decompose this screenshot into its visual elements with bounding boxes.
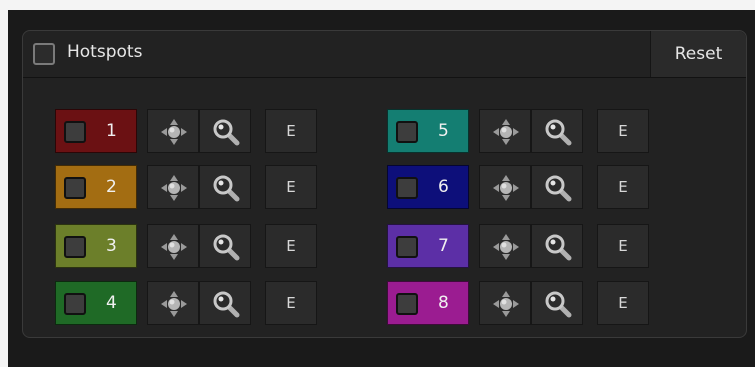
hotspots-enable-checkbox[interactable] xyxy=(33,43,55,65)
hotspot-row-2: 2E xyxy=(55,165,320,209)
hotspot-row-6: 6E xyxy=(387,165,652,209)
hotspot-3-zoom-button[interactable] xyxy=(199,224,251,268)
hotspot-6-toggle[interactable]: 6 xyxy=(387,165,469,209)
hotspot-2-zoom-button[interactable] xyxy=(199,165,251,209)
hotspot-2-toggle[interactable]: 2 xyxy=(55,165,137,209)
hotspot-5-edit-button[interactable]: E xyxy=(597,109,649,153)
hotspot-number: 1 xyxy=(106,121,117,141)
hotspot-1-toggle[interactable]: 1 xyxy=(55,109,137,153)
hotspot-row-7: 7E xyxy=(387,224,652,268)
hotspot-5-toggle[interactable]: 5 xyxy=(387,109,469,153)
hotspot-4-edit-button[interactable]: E xyxy=(265,281,317,325)
hotspot-number: 8 xyxy=(438,293,449,313)
hotspot-number: 6 xyxy=(438,177,449,197)
hotspot-number: 2 xyxy=(106,177,117,197)
hotspot-row-8: 8E xyxy=(387,281,652,325)
hotspot-6-checkbox[interactable] xyxy=(396,177,418,199)
hotspot-4-move-button[interactable] xyxy=(147,281,199,325)
panel-title: Hotspots xyxy=(67,42,143,62)
hotspot-7-edit-button[interactable]: E xyxy=(597,224,649,268)
hotspot-row-1: 1E xyxy=(55,109,320,153)
hotspot-2-move-button[interactable] xyxy=(147,165,199,209)
hotspot-3-toggle[interactable]: 3 xyxy=(55,224,137,268)
hotspot-row-3: 3E xyxy=(55,224,320,268)
hotspot-7-zoom-button[interactable] xyxy=(531,224,583,268)
hotspot-8-edit-button[interactable]: E xyxy=(597,281,649,325)
hotspot-number: 4 xyxy=(106,293,117,313)
hotspot-8-toggle[interactable]: 8 xyxy=(387,281,469,325)
hotspot-1-move-button[interactable] xyxy=(147,109,199,153)
reset-button[interactable]: Reset xyxy=(650,31,746,77)
hotspot-1-zoom-button[interactable] xyxy=(199,109,251,153)
hotspot-6-zoom-button[interactable] xyxy=(531,165,583,209)
hotspot-8-zoom-button[interactable] xyxy=(531,281,583,325)
hotspot-7-checkbox[interactable] xyxy=(396,236,418,258)
hotspot-1-checkbox[interactable] xyxy=(64,121,86,143)
hotspot-3-checkbox[interactable] xyxy=(64,236,86,258)
hotspot-6-move-button[interactable] xyxy=(479,165,531,209)
hotspot-row-5: 5E xyxy=(387,109,652,153)
hotspot-2-checkbox[interactable] xyxy=(64,177,86,199)
panel-header: Hotspots Reset xyxy=(23,31,746,78)
hotspot-5-checkbox[interactable] xyxy=(396,121,418,143)
hotspot-7-toggle[interactable]: 7 xyxy=(387,224,469,268)
hotspot-4-toggle[interactable]: 4 xyxy=(55,281,137,325)
hotspot-7-move-button[interactable] xyxy=(479,224,531,268)
hotspot-6-edit-button[interactable]: E xyxy=(597,165,649,209)
hotspot-row-4: 4E xyxy=(55,281,320,325)
hotspot-4-zoom-button[interactable] xyxy=(199,281,251,325)
hotspot-number: 5 xyxy=(438,121,449,141)
hotspot-2-edit-button[interactable]: E xyxy=(265,165,317,209)
hotspot-3-edit-button[interactable]: E xyxy=(265,224,317,268)
hotspot-5-zoom-button[interactable] xyxy=(531,109,583,153)
hotspot-1-edit-button[interactable]: E xyxy=(265,109,317,153)
hotspot-4-checkbox[interactable] xyxy=(64,293,86,315)
hotspot-5-move-button[interactable] xyxy=(479,109,531,153)
hotspot-number: 3 xyxy=(106,236,117,256)
hotspot-number: 7 xyxy=(438,236,449,256)
hotspot-8-move-button[interactable] xyxy=(479,281,531,325)
hotspot-3-move-button[interactable] xyxy=(147,224,199,268)
hotspot-8-checkbox[interactable] xyxy=(396,293,418,315)
